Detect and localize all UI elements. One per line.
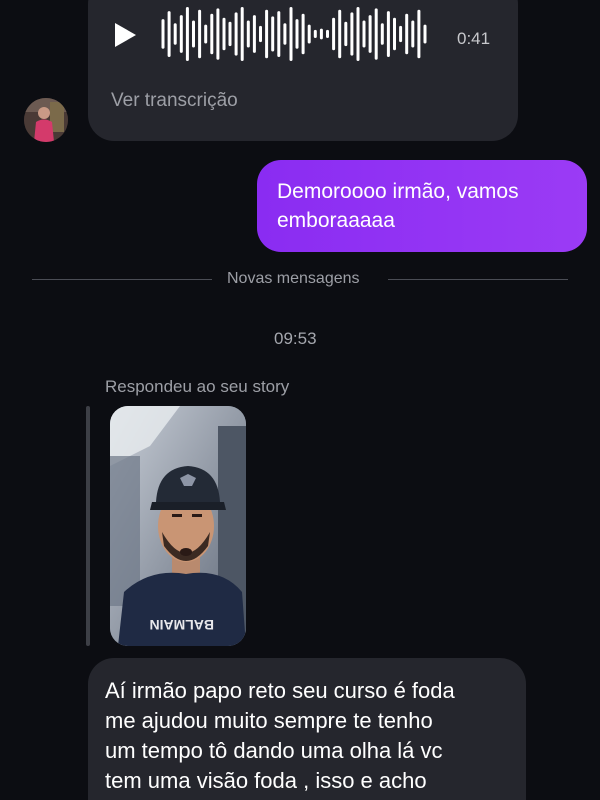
shirt-logo-text: BALMAIN [149, 617, 214, 633]
waveform-bar [417, 9, 421, 59]
waveform-bar [423, 24, 427, 44]
waveform-bar [362, 20, 366, 48]
waveform-bar [386, 11, 390, 58]
sent-message-bubble[interactable]: Demoroooo irmão, vamos emboraaaaa [257, 160, 587, 252]
waveform-bar [313, 29, 317, 38]
waveform-bar [283, 23, 287, 45]
new-messages-divider-label: Novas mensagens [227, 270, 360, 287]
waveform-bar [393, 17, 396, 51]
voice-duration: 0:41 [457, 29, 491, 48]
waveform-bar [338, 9, 342, 59]
waveform-bar [210, 13, 214, 55]
waveform-bar [271, 16, 275, 52]
waveform-bar [265, 9, 269, 59]
view-transcription-link[interactable]: Ver transcrição [111, 90, 238, 112]
waveform-bar [380, 23, 384, 45]
waveform-bar [301, 13, 305, 55]
divider-line-left [32, 279, 212, 280]
waveform-bar [161, 19, 165, 49]
story-reply-label: Respondeu ao seu story [105, 377, 290, 396]
waveform-bar [307, 24, 311, 44]
divider-line-right [388, 279, 568, 280]
waveform-bar [326, 29, 329, 38]
waveform-bar [356, 7, 360, 61]
waveform-bar [179, 15, 183, 53]
story-photo: BALMAIN [110, 406, 246, 646]
waveform-bar [259, 25, 262, 43]
waveform-bar [368, 15, 372, 53]
chat-screen: 0:41 Ver transcrição Demoroooo irmão, va… [0, 0, 600, 800]
waveform-bar [246, 20, 250, 48]
received-message-text: Aí irmão papo reto seu curso é foda me a… [105, 678, 455, 793]
waveform-bar [216, 8, 220, 60]
waveform-bar [405, 13, 409, 55]
waveform-bar [185, 7, 189, 61]
audio-waveform[interactable] [160, 6, 428, 62]
story-thumbnail[interactable]: BALMAIN [110, 406, 246, 646]
waveform-bar [173, 23, 177, 45]
waveform-bar [344, 21, 348, 47]
waveform-bar [319, 28, 323, 40]
play-icon[interactable] [110, 20, 140, 50]
waveform-bar [374, 8, 378, 60]
waveform-bar [411, 20, 415, 48]
waveform-bar [252, 15, 256, 53]
waveform-bar [277, 11, 281, 58]
waveform-bar [192, 20, 195, 48]
waveform-bar [399, 25, 403, 43]
sent-message-text: Demoroooo irmão, vamos emboraaaaa [277, 180, 519, 232]
voice-message-bubble: 0:41 Ver transcrição [88, 0, 518, 141]
waveform-bar [167, 11, 171, 58]
waveform-bar [198, 9, 202, 59]
waveform-bar [204, 24, 208, 44]
waveform-bar [289, 7, 293, 61]
story-reply-rail [86, 406, 90, 646]
waveform-bar [332, 17, 336, 51]
avatar-photo [24, 98, 68, 142]
waveform-bar [350, 12, 354, 56]
waveform-bar [222, 17, 226, 51]
waveform-bar [295, 19, 299, 49]
received-message-bubble[interactable]: Aí irmão papo reto seu curso é foda me a… [88, 658, 526, 800]
waveform-bar [234, 12, 238, 56]
message-timestamp: 09:53 [274, 329, 317, 348]
waveform-bar [240, 7, 244, 61]
waveform-bar [228, 21, 232, 47]
avatar[interactable] [24, 98, 68, 142]
